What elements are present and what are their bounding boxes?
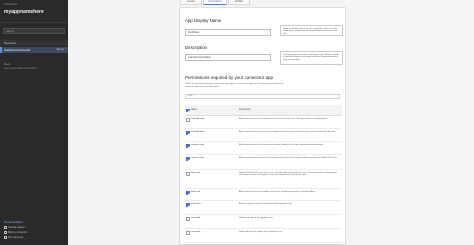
permission-name: user.read (191, 217, 201, 220)
permissions-title: Permissions required by your connector a… (185, 75, 274, 80)
permission-row[interactable]: contacts.read Allow read access to the co… (185, 142, 342, 155)
tab-details[interactable]: Details (180, 0, 202, 5)
sidebar-item-active-suffix: Set up (56, 48, 65, 51)
permission-row[interactable]: user.read Read the profile of the signed-… (185, 215, 342, 229)
permission-description: Read and write the profile of the signed… (239, 230, 283, 233)
permission-checkbox[interactable] (186, 157, 190, 161)
permission-checkbox[interactable] (186, 131, 190, 135)
permission-name: contacts.write (191, 157, 205, 160)
permission-row[interactable]: calendar.read Allow read access to any ca… (185, 116, 342, 129)
permission-checkbox[interactable] (186, 203, 190, 207)
permission-description: Allow read access to any calendar on the… (239, 117, 328, 120)
permissions-table-header: Name Description (185, 105, 342, 116)
permission-checkbox[interactable] (186, 231, 190, 235)
permissions-filter-input[interactable]: Filter (185, 94, 340, 99)
permission-description: Read the profile of the signed-in user. (239, 216, 274, 219)
column-header-description[interactable]: Description (239, 109, 251, 111)
column-header-name[interactable]: Name (191, 109, 197, 111)
permission-checkbox[interactable] (186, 191, 190, 195)
description-help: The description tells users about your a… (280, 51, 343, 65)
sidebar-item-active-label: Authorized connector (4, 48, 31, 52)
permission-description: Read all files that the user can access,… (239, 171, 337, 177)
app-title: myappnamehere (4, 9, 44, 15)
doc-link-2[interactable]: API reference (4, 236, 23, 239)
permission-description: Allow read access to the mailbox of the … (239, 190, 316, 193)
doc-link-label: Getting started (8, 226, 25, 230)
document-icon (4, 226, 7, 229)
org-label: Connectors (4, 3, 18, 6)
settings-card: App Display Name WorkNow Enter a friendl… (179, 7, 346, 245)
permission-description: Allow read and write access to the conta… (239, 156, 338, 159)
sidebar: Connectors myappnamehere Search Overview… (0, 0, 68, 245)
right-gutter (346, 0, 474, 245)
permission-row[interactable]: mail.send Allow the app to send mail on b… (185, 201, 342, 215)
description-input[interactable]: example description (185, 54, 271, 61)
docs-header: Documentation (4, 220, 23, 224)
permission-name: calendar.write (191, 131, 205, 134)
app-root: { "sidebar": { "org_label": "Connectors"… (0, 0, 474, 245)
permission-row[interactable]: mail.read Allow read access to the mailbo… (185, 189, 342, 201)
document-icon (4, 231, 7, 234)
document-icon (4, 236, 7, 239)
permission-name: calendar.read (191, 118, 205, 121)
sidebar-docs-subtitle: Learn more about connectors (4, 66, 37, 70)
permission-name: files.read (191, 172, 200, 175)
permission-name: mail.read (191, 191, 200, 194)
permission-checkbox[interactable] (186, 118, 190, 122)
sidebar-docs-link[interactable]: Docs (4, 62, 10, 66)
doc-link-label: Build a connector (8, 231, 28, 235)
sidebar-item-overview[interactable]: Overview (0, 40, 68, 46)
permission-row[interactable]: calendar.write Allow read and write acces… (185, 129, 342, 142)
permission-description: Allow read and write access to any calen… (239, 130, 336, 133)
permission-description: Allow read access to the contacts and co… (239, 143, 324, 146)
tab-publish[interactable]: Publish (228, 0, 250, 5)
display-name-input[interactable]: WorkNow (185, 29, 271, 36)
tab-permissions[interactable]: Permissions (203, 0, 227, 5)
permission-checkbox[interactable] (186, 144, 190, 148)
permission-row[interactable]: files.read Read all files that the user c… (185, 170, 342, 189)
sidebar-divider (0, 22, 68, 23)
sidebar-item-active[interactable]: Authorized connector Set up (0, 47, 68, 53)
doc-link-0[interactable]: Getting started (4, 226, 24, 229)
display-name-label: App Display Name (185, 18, 222, 23)
sidebar-search-placeholder: Search (6, 30, 15, 33)
permission-row[interactable]: user.write Read and write the profile of … (185, 229, 342, 243)
permission-name: mail.send (191, 203, 201, 206)
permissions-description: Select the permissions that your connect… (185, 83, 284, 88)
doc-link-1[interactable]: Build a connector (4, 231, 27, 234)
permission-checkbox[interactable] (186, 217, 190, 221)
permission-name: contacts.read (191, 144, 205, 147)
sidebar-search-input[interactable]: Search (3, 28, 65, 34)
permission-checkbox[interactable] (186, 172, 190, 176)
description-label: Description (185, 45, 207, 50)
display-name-help: Enter a friendly name for your integrati… (280, 25, 343, 36)
select-all-checkbox[interactable] (186, 108, 190, 112)
doc-link-label: API reference (8, 236, 24, 240)
permission-name: user.write (191, 231, 201, 234)
permission-description: Allow the app to send mail on behalf of … (239, 202, 293, 205)
permission-row[interactable]: contacts.write Allow read and write acces… (185, 155, 342, 170)
